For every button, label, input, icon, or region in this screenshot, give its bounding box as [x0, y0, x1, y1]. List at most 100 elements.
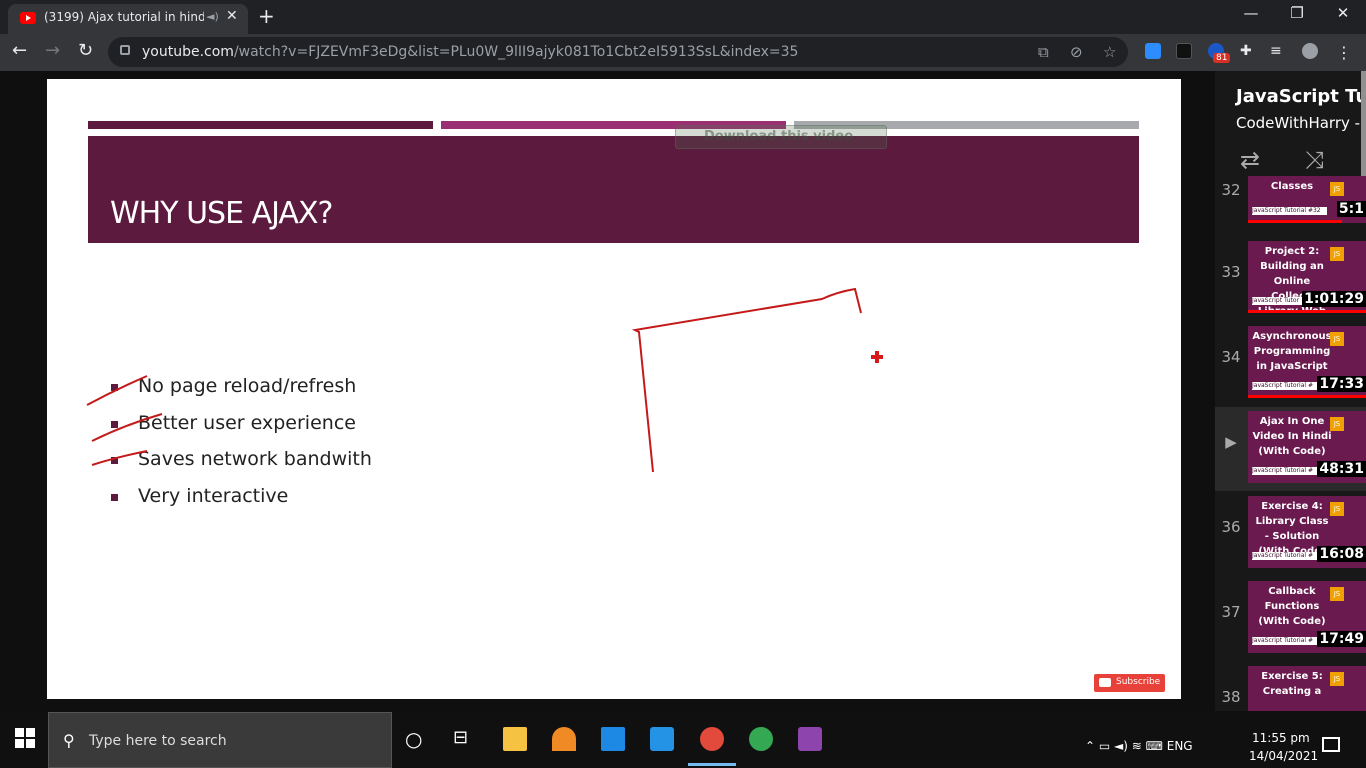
youtube-icon [20, 12, 36, 24]
thumbnail-title: Classes [1270, 181, 1314, 192]
checkmark-stroke [86, 375, 148, 406]
js-logo-icon: JS [1330, 502, 1344, 516]
puzzle-icon[interactable]: ✚ [1240, 43, 1256, 59]
tab-title: (3199) Ajax tutorial in hindi | [44, 10, 204, 24]
close-window-icon[interactable]: ✕ [1320, 4, 1366, 22]
thumbnail-caption: JavaScript Tutorial #32 [1252, 207, 1327, 215]
shuffle-icon[interactable]: ⤨ [1305, 146, 1324, 174]
video-thumbnail[interactable]: Callback Functions (With Code) JS JavaScri… [1248, 581, 1366, 653]
chrome-icon[interactable] [749, 727, 773, 751]
video-thumbnail[interactable]: Exercise 5: Creating a JS [1248, 666, 1366, 711]
playlist-item[interactable]: 34 Asynchronous Programming in JavaScript… [1215, 322, 1366, 406]
video-thumbnail[interactable]: Asynchronous Programming in JavaScript JS… [1248, 326, 1366, 398]
app-icon[interactable] [552, 727, 576, 751]
js-extension-icon[interactable] [1176, 43, 1192, 59]
playlist-index: 36 [1221, 518, 1241, 536]
clock-time[interactable]: 11:55 pm [1252, 731, 1310, 745]
search-icon: ⚲ [63, 731, 75, 750]
video-thumbnail[interactable]: Classes JS JavaScript Tutorial #32 5:1 [1248, 176, 1366, 223]
task-view-icon[interactable]: ⊟ [453, 727, 477, 751]
subscribe-button[interactable]: Subscribe [1094, 674, 1165, 692]
checkmark-stroke [91, 413, 163, 442]
bookmark-star-icon[interactable]: ☆ [1103, 43, 1116, 61]
watch-progress-bar [1248, 310, 1366, 313]
browser-toolbar: ← → ↻ youtube.com/watch?v=FJZEVmF3eDg&li… [0, 34, 1366, 71]
playlist-item[interactable]: 36 Exercise 4: Library Class - Solution (… [1215, 492, 1366, 576]
playlist-index: 38 [1221, 688, 1241, 706]
system-tray[interactable]: ⌃ ▭ ◄) ≋ ⌨ ENG [1085, 739, 1193, 753]
hand-drawn-box-stroke [631, 287, 862, 473]
checkmark-stroke [91, 450, 148, 466]
playlist-channel[interactable]: CodeWithHarry - 3 [1236, 114, 1366, 132]
back-icon[interactable]: ← [12, 40, 27, 61]
playlist-item[interactable]: 38 Exercise 5: Creating a JS [1215, 662, 1366, 711]
windows-start-icon[interactable] [15, 728, 35, 748]
playlist-item[interactable]: ▶ Ajax In One Video In Hindi (With Code) J… [1215, 407, 1366, 491]
video-duration: 1:01:29 [1302, 291, 1366, 307]
cortana-icon[interactable]: ○ [405, 727, 429, 751]
minimize-icon[interactable]: — [1228, 4, 1274, 22]
js-logo-icon: JS [1330, 417, 1344, 431]
thumbnail-title: Asynchronous Programming in JavaScript [1252, 331, 1332, 372]
address-bar[interactable]: youtube.com/watch?v=FJZEVmF3eDg&list=PLu… [108, 37, 1128, 67]
forward-icon[interactable]: → [45, 40, 60, 61]
browser-tab[interactable]: (3199) Ajax tutorial in hindi | ◄) ✕ [8, 4, 248, 34]
new-tab-button[interactable]: + [258, 4, 275, 28]
playlist-item[interactable]: 32 Classes JS JavaScript Tutorial #32 5:1 [1215, 176, 1366, 235]
video-duration: 17:49 [1317, 631, 1366, 647]
vscode-icon[interactable] [650, 727, 674, 751]
windows-taskbar: ⚲ Type here to search ○ ⊟ ⌃ ▭ ◄) ≋ ⌨ ENG… [0, 711, 1366, 768]
open-in-new-icon[interactable]: ⧉ [1038, 43, 1049, 61]
taskbar-search-box[interactable]: ⚲ Type here to search [48, 712, 392, 768]
js-logo-icon: JS [1330, 247, 1344, 261]
thumbnail-caption: JavaScript Tutorial # [1252, 467, 1327, 475]
video-duration: 5:1 [1336, 201, 1366, 217]
extension-icon[interactable] [1145, 43, 1161, 59]
search-placeholder: Type here to search [89, 733, 227, 749]
eye-off-icon[interactable]: ⊘ [1070, 43, 1083, 61]
mail-icon[interactable] [601, 727, 625, 751]
page-content: WHY USE AJAX? Download this video No pag… [0, 71, 1366, 711]
js-logo-icon: JS [1330, 332, 1344, 346]
menu-kebab-icon[interactable]: ⋮ [1336, 43, 1352, 62]
chrome-icon[interactable] [688, 727, 736, 766]
playlist-item[interactable]: 33 Project 2: Building an Online College … [1215, 237, 1366, 321]
playlist-index: 37 [1221, 603, 1241, 621]
youtube-icon [1099, 678, 1111, 687]
watch-progress-bar [1248, 395, 1366, 398]
url-text: youtube.com/watch?v=FJZEVmF3eDg&list=PLu… [142, 44, 799, 60]
loop-icon[interactable]: ⇄ [1240, 146, 1260, 174]
video-thumbnail[interactable]: Ajax In One Video In Hindi (With Code) JS… [1248, 411, 1366, 483]
avatar[interactable] [1302, 43, 1318, 59]
pen-annotation-overlay [86, 287, 883, 473]
reload-icon[interactable]: ↻ [78, 40, 93, 61]
video-thumbnail[interactable]: Exercise 4: Library Class - Solution (Wi… [1248, 496, 1366, 568]
extension-badge: 81 [1213, 53, 1231, 63]
notification-icon[interactable] [1322, 737, 1340, 752]
subscribe-label: Subscribe [1116, 677, 1161, 687]
language-indicator[interactable]: ENG [1167, 739, 1193, 753]
thumbnail-title: Callback Functions (With Code) [1258, 586, 1326, 627]
playlist-index: 34 [1221, 348, 1241, 366]
app-icon[interactable] [798, 727, 822, 751]
playlist-item[interactable]: 37 Callback Functions (With Code) JS JavaSc… [1215, 577, 1366, 661]
playlist-index: 33 [1221, 263, 1241, 281]
file-explorer-icon[interactable] [503, 727, 527, 751]
thumbnail-title: Exercise 5: Creating a [1261, 671, 1323, 697]
js-logo-icon: JS [1330, 672, 1344, 686]
video-duration: 17:33 [1317, 376, 1366, 392]
playlist-index: 32 [1221, 181, 1241, 199]
clock-date[interactable]: 14/04/2021 [1249, 749, 1318, 763]
js-logo-icon: JS [1330, 182, 1344, 196]
video-thumbnail[interactable]: Project 2: Building an Online College Li… [1248, 241, 1366, 313]
restore-icon[interactable]: ❐ [1274, 4, 1320, 22]
close-tab-icon[interactable]: ✕ [226, 8, 238, 24]
media-queue-icon[interactable]: ≡ [1270, 43, 1286, 59]
thumbnail-caption: JavaScript Tutorial # [1252, 552, 1327, 560]
playlist-title[interactable]: JavaScript Tuto [1236, 86, 1366, 107]
lock-icon [120, 45, 130, 55]
thumbnail-caption: JavaScript Tutorial # [1252, 637, 1327, 645]
video-player[interactable]: WHY USE AJAX? Download this video No pag… [47, 79, 1181, 699]
speaker-icon[interactable]: ◄) [206, 10, 219, 23]
video-duration: 16:08 [1317, 546, 1366, 562]
